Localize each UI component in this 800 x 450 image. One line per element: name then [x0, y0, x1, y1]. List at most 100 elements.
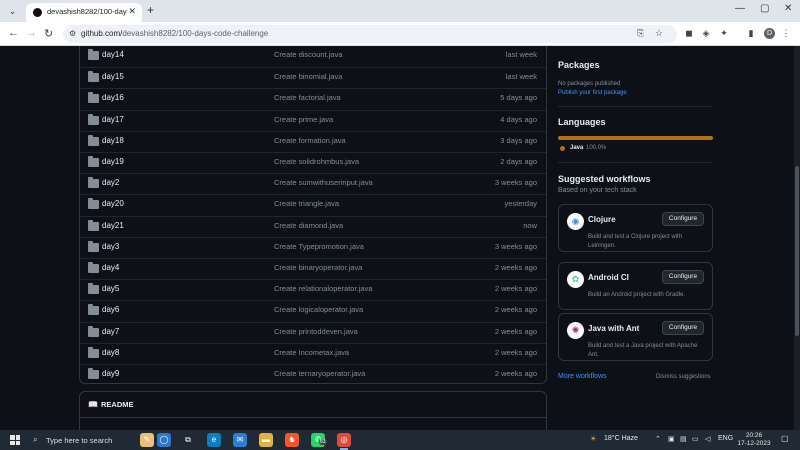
notifications-icon[interactable]: ▢: [781, 434, 789, 443]
packages-heading[interactable]: Packages: [558, 60, 600, 70]
folder-name-link[interactable]: day5: [102, 284, 119, 293]
folder-name-link[interactable]: day6: [102, 305, 119, 314]
file-row[interactable]: day14 Create discount.java last week: [80, 46, 546, 67]
commit-message-link[interactable]: Create printoddeven.java: [274, 327, 358, 336]
configure-button[interactable]: Configure: [662, 270, 704, 284]
maximize-icon[interactable]: ▢: [760, 3, 769, 14]
folder-name-link[interactable]: day9: [102, 369, 119, 378]
folder-name-link[interactable]: day2: [102, 178, 119, 187]
file-row[interactable]: day7 Create printoddeven.java 2 weeks ago: [80, 321, 546, 343]
volume-icon[interactable]: ◁: [705, 435, 710, 443]
reload-icon[interactable]: ↻: [44, 27, 53, 40]
network-icon[interactable]: ▤: [680, 435, 687, 443]
back-icon[interactable]: ←: [8, 27, 19, 39]
menu-kebab-icon[interactable]: ⋮: [780, 27, 792, 39]
minimize-icon[interactable]: —: [735, 3, 745, 14]
edge-icon[interactable]: e: [207, 433, 221, 447]
commit-message-link[interactable]: Create ternaryoperator.java: [274, 369, 365, 378]
url-text[interactable]: github.com/devashish8282/100-days-code-c…: [81, 29, 268, 38]
address-bar[interactable]: ⚙ github.com/devashish8282/100-days-code…: [63, 25, 677, 43]
site-info-icon[interactable]: ⚙: [69, 29, 76, 38]
taskbar-search[interactable]: ⌕ Type here to search: [26, 432, 146, 448]
more-workflows-link[interactable]: More workflows: [558, 373, 607, 380]
side-panel-icon[interactable]: ▮: [745, 27, 757, 39]
puzzle-extensions-icon[interactable]: ✦: [718, 27, 730, 39]
dismiss-suggestions-link[interactable]: Dismiss suggestions: [656, 374, 711, 380]
commit-message-link[interactable]: Create Typepromotion.java: [274, 242, 364, 251]
power-icon[interactable]: ▭: [692, 435, 699, 443]
folder-name-link[interactable]: day4: [102, 263, 119, 272]
cortana-icon[interactable]: ◯: [157, 433, 171, 447]
commit-message-link[interactable]: Create factorial.java: [274, 93, 341, 102]
language-indicator[interactable]: ENG: [718, 435, 733, 442]
brave-icon[interactable]: ♞: [285, 433, 299, 447]
file-row[interactable]: day16 Create factorial.java 5 days ago: [80, 88, 546, 109]
folder-name-link[interactable]: day17: [102, 115, 124, 124]
folder-name-link[interactable]: day19: [102, 157, 124, 166]
folder-name-link[interactable]: day8: [102, 348, 119, 357]
folder-name-link[interactable]: day20: [102, 199, 124, 208]
bookmark-star-icon[interactable]: ☆: [655, 28, 663, 39]
commit-message-link[interactable]: Create solidrohmbus.java: [274, 157, 359, 166]
shield-extension-icon[interactable]: ◈: [700, 27, 712, 39]
file-row[interactable]: day2 Create sumwithuserinput.java 3 weeks …: [80, 173, 546, 194]
commit-message-link[interactable]: Create triangle.java: [274, 199, 339, 208]
folder-name-link[interactable]: day7: [102, 327, 119, 336]
commit-message-link[interactable]: Create discount.java: [274, 50, 342, 59]
folder-name-link[interactable]: day3: [102, 242, 119, 251]
commit-message-link[interactable]: Create sumwithuserinput.java: [274, 178, 373, 187]
file-row[interactable]: day20 Create triangle.java yesterday: [80, 194, 546, 215]
commit-message-link[interactable]: Create diamond.java: [274, 221, 343, 230]
file-row[interactable]: day9 Create ternaryoperator.java 2 weeks a…: [80, 364, 546, 385]
file-row[interactable]: day5 Create relationaloperator.java 2 week…: [80, 279, 546, 300]
language-name[interactable]: Java: [570, 145, 583, 151]
profile-avatar[interactable]: D: [764, 28, 775, 39]
weather-text[interactable]: 18°C Haze: [604, 435, 638, 442]
extension-icon[interactable]: ◼: [683, 27, 695, 39]
file-row[interactable]: day15 Create binomial.java last week: [80, 67, 546, 88]
install-app-icon[interactable]: ⎘: [637, 28, 644, 39]
folder-name-link[interactable]: day18: [102, 136, 124, 145]
configure-button[interactable]: Configure: [662, 321, 704, 335]
forward-icon[interactable]: →: [26, 27, 37, 39]
commit-message-link[interactable]: Create Incometax.java: [274, 348, 349, 357]
browser-tab[interactable]: devashish8282/100-days-code ✕: [26, 3, 142, 22]
file-row[interactable]: day18 Create formation.java 3 days ago: [80, 130, 546, 152]
commit-message-link[interactable]: Create binaryoperator.java: [274, 263, 362, 272]
commit-message-link[interactable]: Create relationaloperator.java: [274, 284, 372, 293]
new-tab-icon[interactable]: +: [147, 3, 154, 17]
folder-name-link[interactable]: day14: [102, 50, 124, 59]
mail-icon[interactable]: ✉: [233, 433, 247, 447]
commit-message-link[interactable]: Create prime.java: [274, 115, 333, 124]
file-explorer-icon[interactable]: ▬: [259, 433, 273, 447]
folder-name-link[interactable]: day16: [102, 93, 124, 102]
readme-label[interactable]: README: [101, 400, 134, 409]
windows-start-icon[interactable]: [10, 435, 20, 445]
file-row[interactable]: day17 Create prime.java 4 days ago: [80, 109, 546, 131]
file-row[interactable]: day6 Create logicaloperator.java 2 weeks a…: [80, 300, 546, 321]
chrome-icon[interactable]: ◎: [337, 433, 351, 447]
scrollbar-thumb[interactable]: [795, 166, 799, 336]
taskbar-clock[interactable]: 20:26 17-12-2023: [734, 432, 774, 448]
close-tab-icon[interactable]: ✕: [128, 6, 136, 17]
file-row[interactable]: day21 Create diamond.java now: [80, 215, 546, 237]
tab-search-icon[interactable]: ⌄: [6, 5, 19, 18]
commit-message-link[interactable]: Create formation.java: [274, 136, 346, 145]
file-row[interactable]: day4 Create binaryoperator.java 2 weeks ag…: [80, 258, 546, 279]
task-view-icon[interactable]: ⧉: [181, 433, 195, 447]
taskbar-app-icon[interactable]: ✎: [140, 433, 154, 447]
configure-button[interactable]: Configure: [662, 212, 704, 226]
meet-now-icon[interactable]: ▣: [668, 435, 675, 443]
weather-icon[interactable]: ☀: [590, 435, 596, 443]
commit-message-link[interactable]: Create binomial.java: [274, 72, 342, 81]
publish-package-link[interactable]: Publish your first package: [558, 90, 627, 96]
folder-name-link[interactable]: day21: [102, 221, 124, 230]
file-row[interactable]: day19 Create solidrohmbus.java 2 days ago: [80, 152, 546, 173]
page-scrollbar[interactable]: [794, 46, 800, 430]
file-row[interactable]: day8 Create Incometax.java 2 weeks ago: [80, 342, 546, 364]
tray-chevron-icon[interactable]: ⌃: [655, 435, 661, 443]
file-row[interactable]: day3 Create Typepromotion.java 3 weeks ago: [80, 236, 546, 258]
folder-name-link[interactable]: day15: [102, 72, 124, 81]
close-window-icon[interactable]: ✕: [784, 3, 792, 14]
commit-message-link[interactable]: Create logicaloperator.java: [274, 305, 363, 314]
